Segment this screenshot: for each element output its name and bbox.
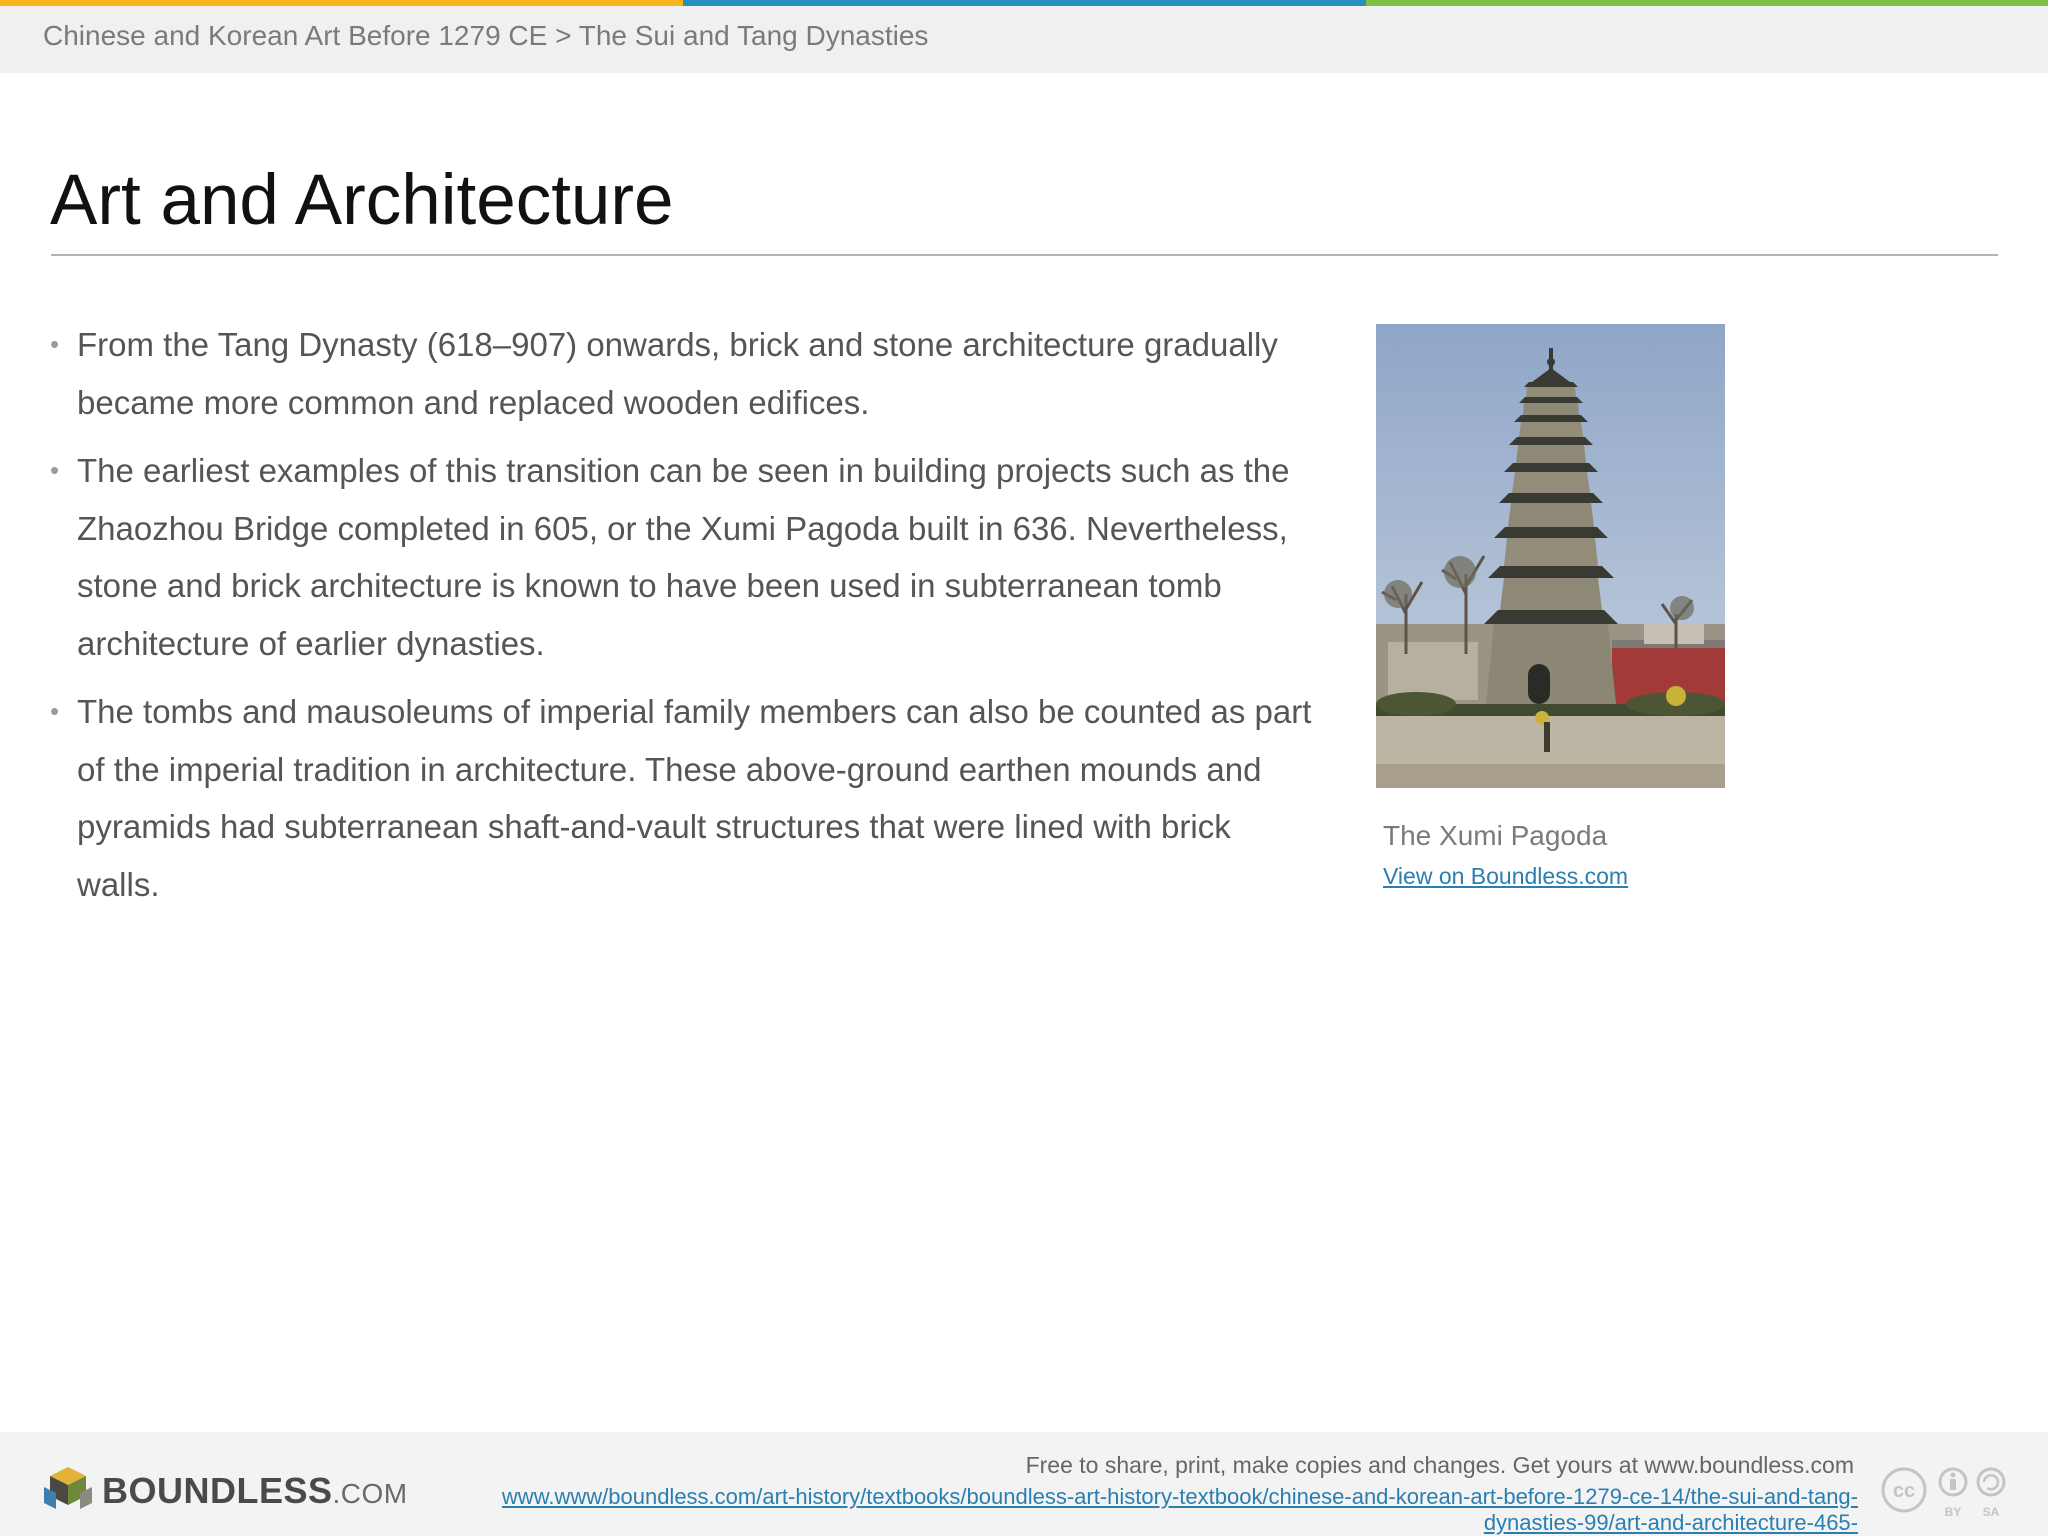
sa-label: SA xyxy=(1983,1505,2000,1518)
accent-stripe-blue xyxy=(683,0,1366,6)
accent-stripe-orange xyxy=(0,0,683,6)
source-url-link[interactable]: www.www/boundless.com/art-history/textbo… xyxy=(448,1484,1858,1536)
bullet-icon: • xyxy=(50,455,60,485)
bullet-list: • From the Tang Dynasty (618–907) onward… xyxy=(50,316,1320,924)
bullet-item: • From the Tang Dynasty (618–907) onward… xyxy=(50,316,1320,431)
bullet-text: From the Tang Dynasty (618–907) onwards,… xyxy=(77,326,1278,421)
accent-stripe-green xyxy=(1366,0,2048,6)
bullet-item: • The tombs and mausoleums of imperial f… xyxy=(50,683,1320,913)
figure-caption: The Xumi Pagoda xyxy=(1383,820,1608,851)
cc-label: cc xyxy=(1893,1480,1915,1502)
top-bar: Chinese and Korean Art Before 1279 CE > … xyxy=(0,0,2048,73)
title-divider xyxy=(51,254,1998,256)
bullet-icon: • xyxy=(50,696,60,726)
logo-brand: BOUNDLESS xyxy=(102,1470,333,1511)
license-note: Free to share, print, make copies and ch… xyxy=(1025,1452,1854,1478)
bullet-text: The earliest examples of this transition… xyxy=(77,452,1290,662)
bullet-icon: • xyxy=(50,329,60,359)
by-label: BY xyxy=(1945,1505,1962,1518)
slide-title: Art and Architecture xyxy=(50,161,674,240)
pagoda-photo xyxy=(1376,324,1725,788)
logo-suffix: .COM xyxy=(332,1478,408,1509)
cc-by-sa-license-icon: cc BY SA xyxy=(1881,1467,2006,1518)
view-on-boundless-link[interactable]: View on Boundless.com xyxy=(1383,863,1628,890)
bullet-item: • The earliest examples of this transiti… xyxy=(50,442,1320,672)
bullet-text: The tombs and mausoleums of imperial fam… xyxy=(77,693,1312,903)
boundless-logo-text: BOUNDLESS.COM xyxy=(102,1470,408,1512)
breadcrumb: Chinese and Korean Art Before 1279 CE > … xyxy=(43,20,929,51)
